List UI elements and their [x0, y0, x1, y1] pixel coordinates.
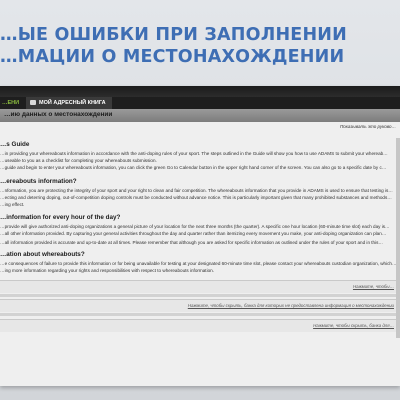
scrollbar-edge[interactable]: [396, 138, 400, 338]
section-1-line-3: …guide and begin to enter your whereabou…: [0, 165, 387, 170]
footer-row-3: Нажмите, чтобы скрыть, банка для…: [0, 319, 400, 332]
section-2-line-3: …ing effect.: [0, 202, 25, 207]
guide-content: …s Guide …in providing your whereabouts …: [0, 138, 400, 338]
section-4-line-1: …e consequences of failure to provide th…: [0, 261, 397, 266]
slide-title-line-2: …МАЦИИ О МЕСТОНАХОЖДЕНИИ: [0, 47, 345, 67]
section-heading-3: …information for every hour of the day?: [0, 214, 121, 221]
nav-tab-address-book-label: МОЙ АДРЕСНЫЙ КНИГА: [39, 100, 106, 106]
section-2-line-1: …nformation, you are protecting the inte…: [0, 188, 393, 193]
print-guide-link[interactable]: Показывать это руково…: [340, 124, 396, 129]
slide-title: …ЫЕ ОШИБКИ ПРИ ЗАПОЛНЕНИИ …МАЦИИ О МЕСТО…: [0, 24, 400, 84]
book-icon: [30, 99, 36, 105]
section-heading-4: …ation about whereabouts?: [0, 251, 85, 258]
adams-screenshot: …ЕНИ МОЙ АДРЕСНЫЙ КНИГА …ию данных о мес…: [0, 86, 400, 386]
divider: [0, 313, 400, 316]
main-nav: …ЕНИ МОЙ АДРЕСНЫЙ КНИГА: [0, 97, 400, 109]
divider: [0, 294, 400, 297]
footer-link-1[interactable]: Нажмите, чтобы…: [353, 284, 394, 289]
section-3-line-3: …all information provided is accurate an…: [0, 240, 384, 245]
footer-link-3[interactable]: Нажмите, чтобы скрыть, банка для…: [313, 323, 394, 328]
section-3-line-1: …provide will give authorized anti-dopin…: [0, 224, 390, 229]
section-3-line-2: …all other information provided. By capt…: [0, 231, 387, 236]
section-2-line-2: …ecting and deterring doping, out-of-com…: [0, 195, 392, 200]
browser-top-bar: [0, 86, 400, 97]
nav-tab-active[interactable]: …ЕНИ: [0, 97, 26, 109]
section-heading-2: …ereabouts information?: [0, 178, 77, 185]
page-subheader-title: …ию данных о местонахождении: [4, 111, 113, 118]
section-1-line-2: …useable to you as a checklist for compl…: [0, 158, 157, 163]
footer-row-1: Нажмите, чтобы…: [0, 280, 400, 293]
section-heading-1: …s Guide: [0, 141, 30, 148]
page-subheader: …ию данных о местонахождении: [0, 109, 400, 122]
section-1-line-1: …in providing your whereabouts informati…: [0, 151, 388, 156]
section-4-line-2: …ing more information regarding your rig…: [0, 268, 214, 273]
slide-title-line-1: …ЫЕ ОШИБКИ ПРИ ЗАПОЛНЕНИИ: [0, 25, 347, 45]
nav-tab-address-book[interactable]: МОЙ АДРЕСНЫЙ КНИГА: [26, 97, 112, 109]
footer-link-2[interactable]: Нажмите, чтобы скрыть, банка для которых…: [188, 303, 394, 308]
footer-row-2: Нажмите, чтобы скрыть, банка для которых…: [0, 299, 400, 312]
